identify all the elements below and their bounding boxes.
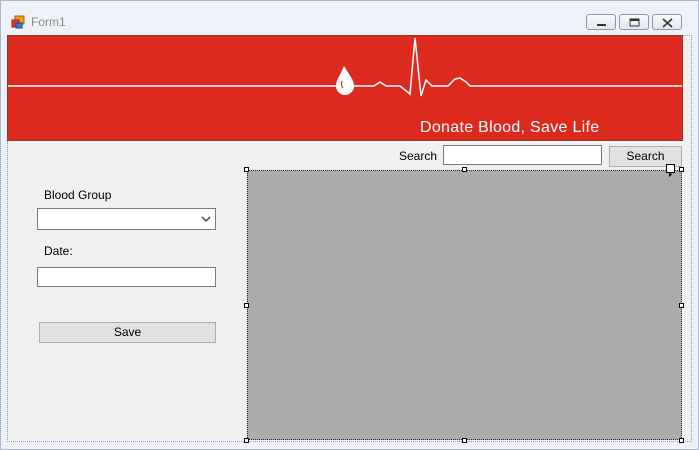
banner-slogan: Donate Blood, Save Life: [420, 119, 600, 136]
date-field[interactable]: [37, 267, 216, 287]
date-label: Date:: [44, 244, 73, 258]
close-button[interactable]: [652, 14, 682, 30]
blood-group-select[interactable]: [37, 208, 216, 230]
title-bar[interactable]: Form1: [1, 1, 698, 33]
restore-icon: [629, 18, 640, 27]
search-input[interactable]: [443, 145, 602, 165]
close-icon: [662, 18, 673, 28]
restore-button[interactable]: [619, 14, 649, 30]
blood-group-label: Blood Group: [44, 188, 112, 202]
search-label: Search: [399, 149, 438, 163]
selection-handle[interactable]: [679, 303, 684, 308]
chevron-down-icon: [201, 216, 211, 222]
data-grid[interactable]: [247, 170, 682, 440]
play-icon: [669, 172, 672, 177]
minimize-icon: [597, 24, 606, 26]
selection-handle[interactable]: [679, 438, 684, 443]
smart-tag-button[interactable]: [666, 164, 675, 177]
selection-handle[interactable]: [462, 438, 467, 443]
selection-handle[interactable]: [244, 303, 249, 308]
window-title: Form1: [31, 15, 66, 29]
selection-handle[interactable]: [244, 167, 249, 172]
minimize-button[interactable]: [586, 14, 616, 30]
header-banner: Donate Blood, Save Life: [7, 35, 683, 141]
selection-handle[interactable]: [244, 438, 249, 443]
selection-handle[interactable]: [462, 167, 467, 172]
selection-handle[interactable]: [679, 167, 684, 172]
save-button[interactable]: Save: [39, 322, 216, 343]
form-designer-icon: [11, 15, 25, 29]
